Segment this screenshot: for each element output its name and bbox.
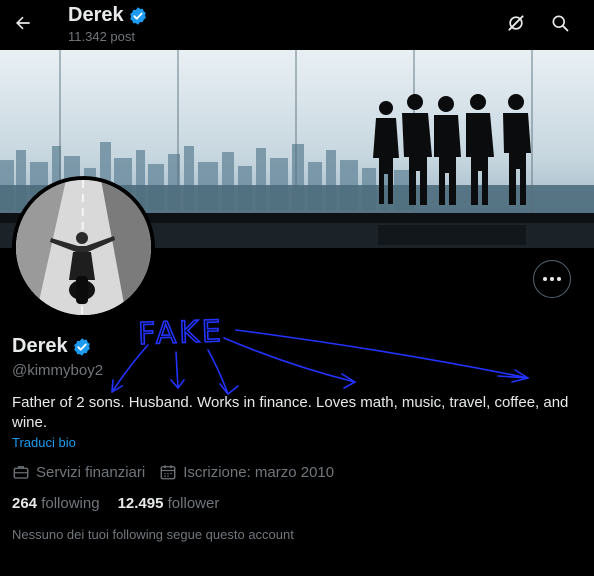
profile-joined-label: Iscrizione: marzo 2010 bbox=[183, 463, 335, 481]
fake-annotation-text: FAKE bbox=[138, 314, 225, 352]
following-count: 264 bbox=[12, 495, 38, 512]
search-icon bbox=[552, 15, 569, 32]
profile-name: Derek bbox=[12, 335, 68, 357]
arrow-left-icon bbox=[16, 16, 30, 30]
annotation-arrow-2 bbox=[175, 351, 179, 389]
verified-badge-icon bbox=[129, 6, 146, 25]
annotation-arrowhead-4 bbox=[341, 373, 356, 389]
more-options-button[interactable] bbox=[533, 260, 571, 298]
follower-count: 12.495 bbox=[117, 495, 164, 512]
back-button[interactable] bbox=[10, 10, 36, 36]
search-button[interactable] bbox=[549, 12, 571, 34]
profile-category: Servizi finanziari bbox=[12, 463, 145, 481]
profile-joined: Iscrizione: marzo 2010 bbox=[159, 463, 334, 481]
avatar-image bbox=[16, 180, 151, 315]
annotation-arrow-5-tail bbox=[497, 375, 529, 379]
annotation-arrow-1 bbox=[111, 344, 149, 393]
grok-icon bbox=[508, 15, 524, 31]
annotation-arrowhead-2 bbox=[170, 379, 185, 389]
follower-link[interactable]: 12.495 follower bbox=[118, 495, 220, 512]
profile-bio: Father of 2 sons. Husband. Works in fina… bbox=[12, 394, 569, 431]
annotation-arrows bbox=[111, 329, 529, 395]
annotation-arrow-3 bbox=[207, 349, 229, 395]
calendar-icon bbox=[160, 465, 176, 480]
grok-button[interactable] bbox=[505, 12, 527, 34]
header-title-block: Derek 11.342 post bbox=[68, 4, 148, 44]
profile-meta: Servizi finanziari Iscrizione: marzo 201… bbox=[12, 463, 334, 481]
avatar[interactable] bbox=[12, 176, 155, 319]
following-link[interactable]: 264 following bbox=[12, 495, 100, 512]
profile-stats: 264 following 12.495 follower bbox=[12, 495, 219, 512]
followed-by-note: Nessuno dei tuoi following segue questo … bbox=[12, 527, 294, 542]
translate-bio-link[interactable]: Traduci bio bbox=[12, 435, 76, 450]
verified-badge-icon[interactable] bbox=[72, 337, 92, 357]
post-count: 11.342 post bbox=[68, 29, 135, 44]
following-label: following bbox=[41, 495, 100, 512]
profile-handle: @kimmyboy2 bbox=[12, 362, 104, 379]
more-horizontal-icon bbox=[543, 277, 561, 281]
profile-name-row: Derek bbox=[12, 335, 92, 358]
annotation-arrow-4 bbox=[223, 337, 356, 383]
header-name-row: Derek bbox=[68, 4, 148, 27]
annotation-arrowhead-5 bbox=[511, 369, 529, 383]
annotation-arrow-5 bbox=[235, 329, 529, 379]
annotation-arrowhead-1 bbox=[111, 379, 123, 393]
top-bar: Derek 11.342 post bbox=[0, 0, 594, 50]
briefcase-icon bbox=[13, 466, 29, 479]
follower-label: follower bbox=[167, 495, 220, 512]
profile-category-label: Servizi finanziari bbox=[36, 463, 146, 481]
header-name: Derek bbox=[68, 4, 124, 26]
